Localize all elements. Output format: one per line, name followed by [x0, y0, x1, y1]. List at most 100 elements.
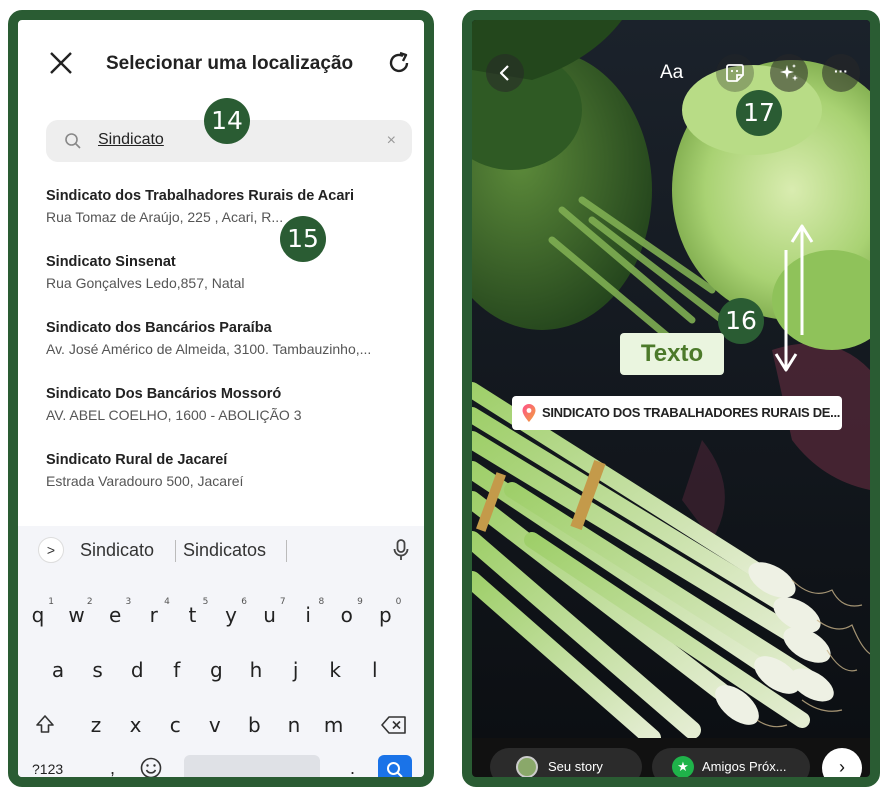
drag-arrows-icon: [774, 224, 814, 372]
emoji-icon[interactable]: [139, 756, 163, 780]
suggestion-divider: [175, 540, 176, 562]
next-button[interactable]: ›: [822, 748, 862, 777]
key-hint: 2: [86, 597, 93, 607]
close-friends-label: Amigos Próx...: [702, 759, 787, 774]
result-name: Sindicato dos Bancários Paraíba: [46, 320, 272, 336]
list-item[interactable]: Sindicato Dos Bancários Mossoró AV. ABEL…: [46, 386, 420, 452]
space-key[interactable]: [184, 755, 320, 777]
key-label: n: [287, 713, 301, 737]
clear-search-icon[interactable]: ×: [387, 132, 396, 150]
symbols-key[interactable]: ?123: [32, 761, 63, 777]
more-options-button[interactable]: ···: [822, 54, 860, 92]
result-name: Sindicato Sinsenat: [46, 254, 176, 270]
close-icon[interactable]: [48, 50, 74, 76]
key-label: t: [188, 603, 197, 627]
effects-button[interactable]: [770, 54, 808, 92]
key-label: m: [323, 713, 344, 737]
key-q[interactable]: q1: [22, 597, 54, 627]
key-label: p: [379, 603, 392, 627]
key-label: c: [169, 713, 181, 737]
key-label: u: [263, 603, 276, 627]
story-editor-screen: Aa ··· 17 16 Texto SINDICATO DOS TRABALH…: [462, 10, 880, 787]
result-name: Sindicato Dos Bancários Mossoró: [46, 386, 282, 402]
step-badge-16: 16: [718, 298, 764, 344]
search-icon: [387, 762, 403, 777]
result-address: Estrada Varadouro 500, Jacareí: [46, 473, 244, 489]
result-address: Av. José Américo de Almeida, 3100. Tamba…: [46, 341, 372, 357]
header: Selecionar uma localização: [18, 20, 424, 98]
key-p[interactable]: p0: [369, 597, 401, 627]
sparkles-icon: [780, 64, 798, 81]
microphone-icon[interactable]: [392, 538, 410, 562]
key-i[interactable]: i8: [292, 597, 324, 627]
key-x[interactable]: x: [120, 713, 152, 737]
key-u[interactable]: u7: [254, 597, 285, 627]
key-n[interactable]: n: [278, 713, 310, 737]
key-label: k: [329, 658, 341, 682]
keyboard: > Sindicato Sindicatos q1w2e3r4t5y6u7i8o…: [18, 526, 424, 780]
text-tool-button[interactable]: Aa: [660, 62, 683, 84]
key-hint: 9: [357, 597, 363, 607]
key-k[interactable]: k: [319, 658, 351, 682]
search-value: Sindicato: [98, 131, 164, 148]
period-key[interactable]: .: [350, 758, 355, 777]
your-story-button[interactable]: Seu story: [490, 748, 642, 777]
key-s[interactable]: s: [82, 658, 114, 682]
key-label: y: [225, 603, 237, 627]
key-y[interactable]: y6: [215, 597, 247, 627]
key-c[interactable]: c: [159, 713, 191, 737]
key-label: i: [305, 603, 311, 627]
list-item[interactable]: Sindicato dos Trabalhadores Rurais de Ac…: [46, 188, 420, 254]
sticker-button[interactable]: [716, 54, 754, 92]
search-key[interactable]: [378, 755, 412, 777]
suggestion-2[interactable]: Sindicatos: [183, 540, 266, 561]
key-label: x: [129, 713, 142, 737]
key-label: h: [249, 658, 263, 682]
location-pin-icon: [522, 404, 536, 422]
key-h[interactable]: h: [240, 658, 272, 682]
key-e[interactable]: e3: [99, 597, 131, 627]
key-label: v: [208, 713, 221, 737]
step-badge-14: 14: [204, 98, 250, 144]
key-hint: 8: [318, 597, 325, 607]
key-f[interactable]: f: [161, 658, 193, 682]
text-sticker[interactable]: Texto: [620, 333, 724, 375]
key-hint: 5: [202, 597, 209, 607]
key-d[interactable]: d: [121, 658, 153, 682]
key-label: f: [173, 658, 181, 682]
key-t[interactable]: t5: [176, 597, 208, 627]
key-a[interactable]: a: [42, 658, 74, 682]
key-o[interactable]: o9: [331, 597, 363, 627]
key-label: b: [248, 713, 261, 737]
key-hint: 4: [164, 597, 170, 607]
shift-icon[interactable]: [34, 713, 56, 735]
key-l[interactable]: l: [359, 658, 391, 682]
location-sticker[interactable]: SINDICATO DOS TRABALHADORES RURAIS DE...: [512, 396, 842, 430]
chevron-left-icon: [499, 65, 509, 81]
key-w[interactable]: w2: [61, 597, 92, 627]
list-item[interactable]: Sindicato Rural de Jacareí Estrada Varad…: [46, 452, 420, 518]
close-friends-button[interactable]: ★ Amigos Próx...: [652, 748, 810, 777]
list-item[interactable]: Sindicato dos Bancários Paraíba Av. José…: [46, 320, 420, 386]
key-m[interactable]: m: [318, 713, 350, 737]
expand-suggestions-button[interactable]: >: [38, 537, 64, 563]
list-item[interactable]: Sindicato Sinsenat Rua Gonçalves Ledo,85…: [46, 254, 420, 320]
key-j[interactable]: j: [280, 658, 312, 682]
key-v[interactable]: v: [199, 713, 231, 737]
key-r[interactable]: r4: [138, 597, 170, 627]
suggestion-1[interactable]: Sindicato: [80, 540, 154, 561]
back-button[interactable]: [486, 54, 524, 92]
key-g[interactable]: g: [200, 658, 232, 682]
location-sticker-label: SINDICATO DOS TRABALHADORES RURAIS DE...: [542, 405, 841, 420]
result-address: Rua Tomaz de Araújo, 225 , Acari, R...: [46, 209, 284, 225]
key-z[interactable]: z: [80, 713, 112, 737]
refresh-icon[interactable]: [386, 50, 412, 76]
backspace-icon[interactable]: [380, 715, 408, 735]
key-hint: 7: [279, 597, 286, 607]
key-label: o: [340, 603, 353, 627]
key-label: z: [90, 713, 102, 737]
key-hint: 0: [395, 597, 402, 607]
key-b[interactable]: b: [238, 713, 270, 737]
step-badge-15: 15: [280, 216, 326, 262]
comma-key[interactable]: ,: [110, 758, 115, 777]
